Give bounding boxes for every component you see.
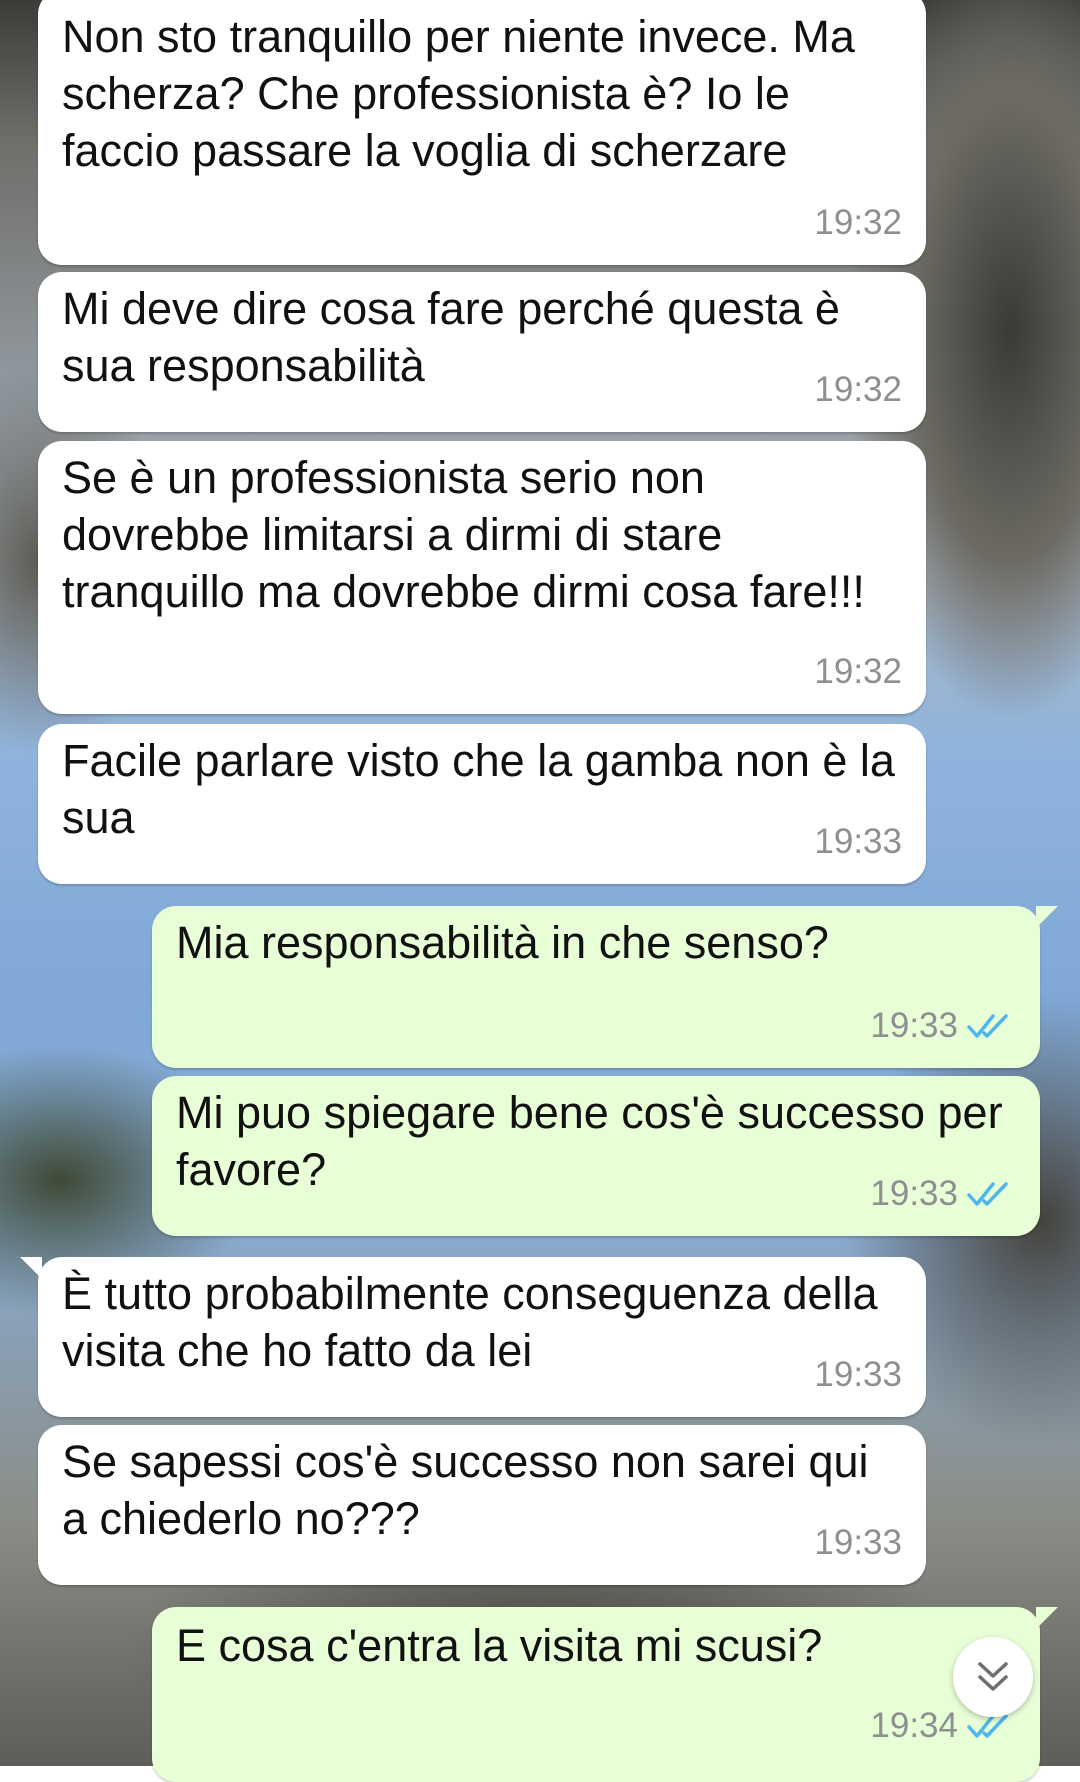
message-text: È tutto probabilmente conseguenza della … <box>62 1268 878 1376</box>
message-bubble-incoming[interactable]: Se sapessi cos'è successo non sarei qui … <box>38 1425 926 1585</box>
message-bubble-incoming[interactable]: Facile parlare visto che la gamba non è … <box>38 724 926 884</box>
message-text: Mi deve dire cosa fare perché questa è s… <box>62 283 840 391</box>
chevron-double-down-icon <box>978 1662 1008 1691</box>
message-bubble-incoming[interactable]: Non sto tranquillo per niente invece. Ma… <box>38 0 926 265</box>
message-meta: 19:33 <box>870 997 1016 1054</box>
message-text: E cosa c'entra la visita mi scusi? <box>176 1620 823 1671</box>
scroll-to-bottom-button[interactable] <box>953 1637 1033 1717</box>
message-text: Se sapessi cos'è successo non sarei qui … <box>62 1436 869 1544</box>
message-time: 19:33 <box>814 1523 902 1562</box>
message-time: 19:33 <box>870 1006 958 1045</box>
message-meta: 19:33 <box>870 1165 1016 1222</box>
message-bubble-incoming[interactable]: Se è un professionista serio non dovrebb… <box>38 441 926 714</box>
message-text: Mia responsabilità in che senso? <box>176 917 829 968</box>
message-time: 19:34 <box>870 1706 958 1745</box>
message-time: 19:33 <box>870 1174 958 1213</box>
message-bubble-incoming[interactable]: Mi deve dire cosa fare perché questa è s… <box>38 272 926 432</box>
message-text: Se è un professionista serio non dovrebb… <box>62 452 865 617</box>
message-meta: 19:33 <box>814 813 902 870</box>
message-meta: 19:33 <box>814 1346 902 1403</box>
message-meta: 19:32 <box>814 643 902 700</box>
message-text: Non sto tranquillo per niente invece. Ma… <box>62 11 855 176</box>
message-time: 19:32 <box>814 652 902 691</box>
message-meta: 19:32 <box>814 361 902 418</box>
message-bubble-outgoing[interactable]: Mia responsabilità in che senso? 19:33 <box>152 906 1058 1068</box>
message-bubble-outgoing[interactable]: Mi puo spiegare bene cos'è successo per … <box>152 1076 1040 1236</box>
message-time: 19:33 <box>814 822 902 861</box>
message-time: 19:32 <box>814 203 902 242</box>
message-meta: 19:32 <box>814 194 902 251</box>
message-text: Facile parlare visto che la gamba non è … <box>62 735 895 843</box>
message-time: 19:32 <box>814 370 902 409</box>
message-bubble-outgoing[interactable]: E cosa c'entra la visita mi scusi? 19:34 <box>152 1607 1058 1782</box>
message-bubble-incoming[interactable]: È tutto probabilmente conseguenza della … <box>20 1257 926 1417</box>
double-check-icon <box>967 1013 1008 1038</box>
message-time: 19:33 <box>814 1355 902 1394</box>
double-check-icon <box>967 1181 1008 1206</box>
message-meta: 19:33 <box>814 1514 902 1571</box>
